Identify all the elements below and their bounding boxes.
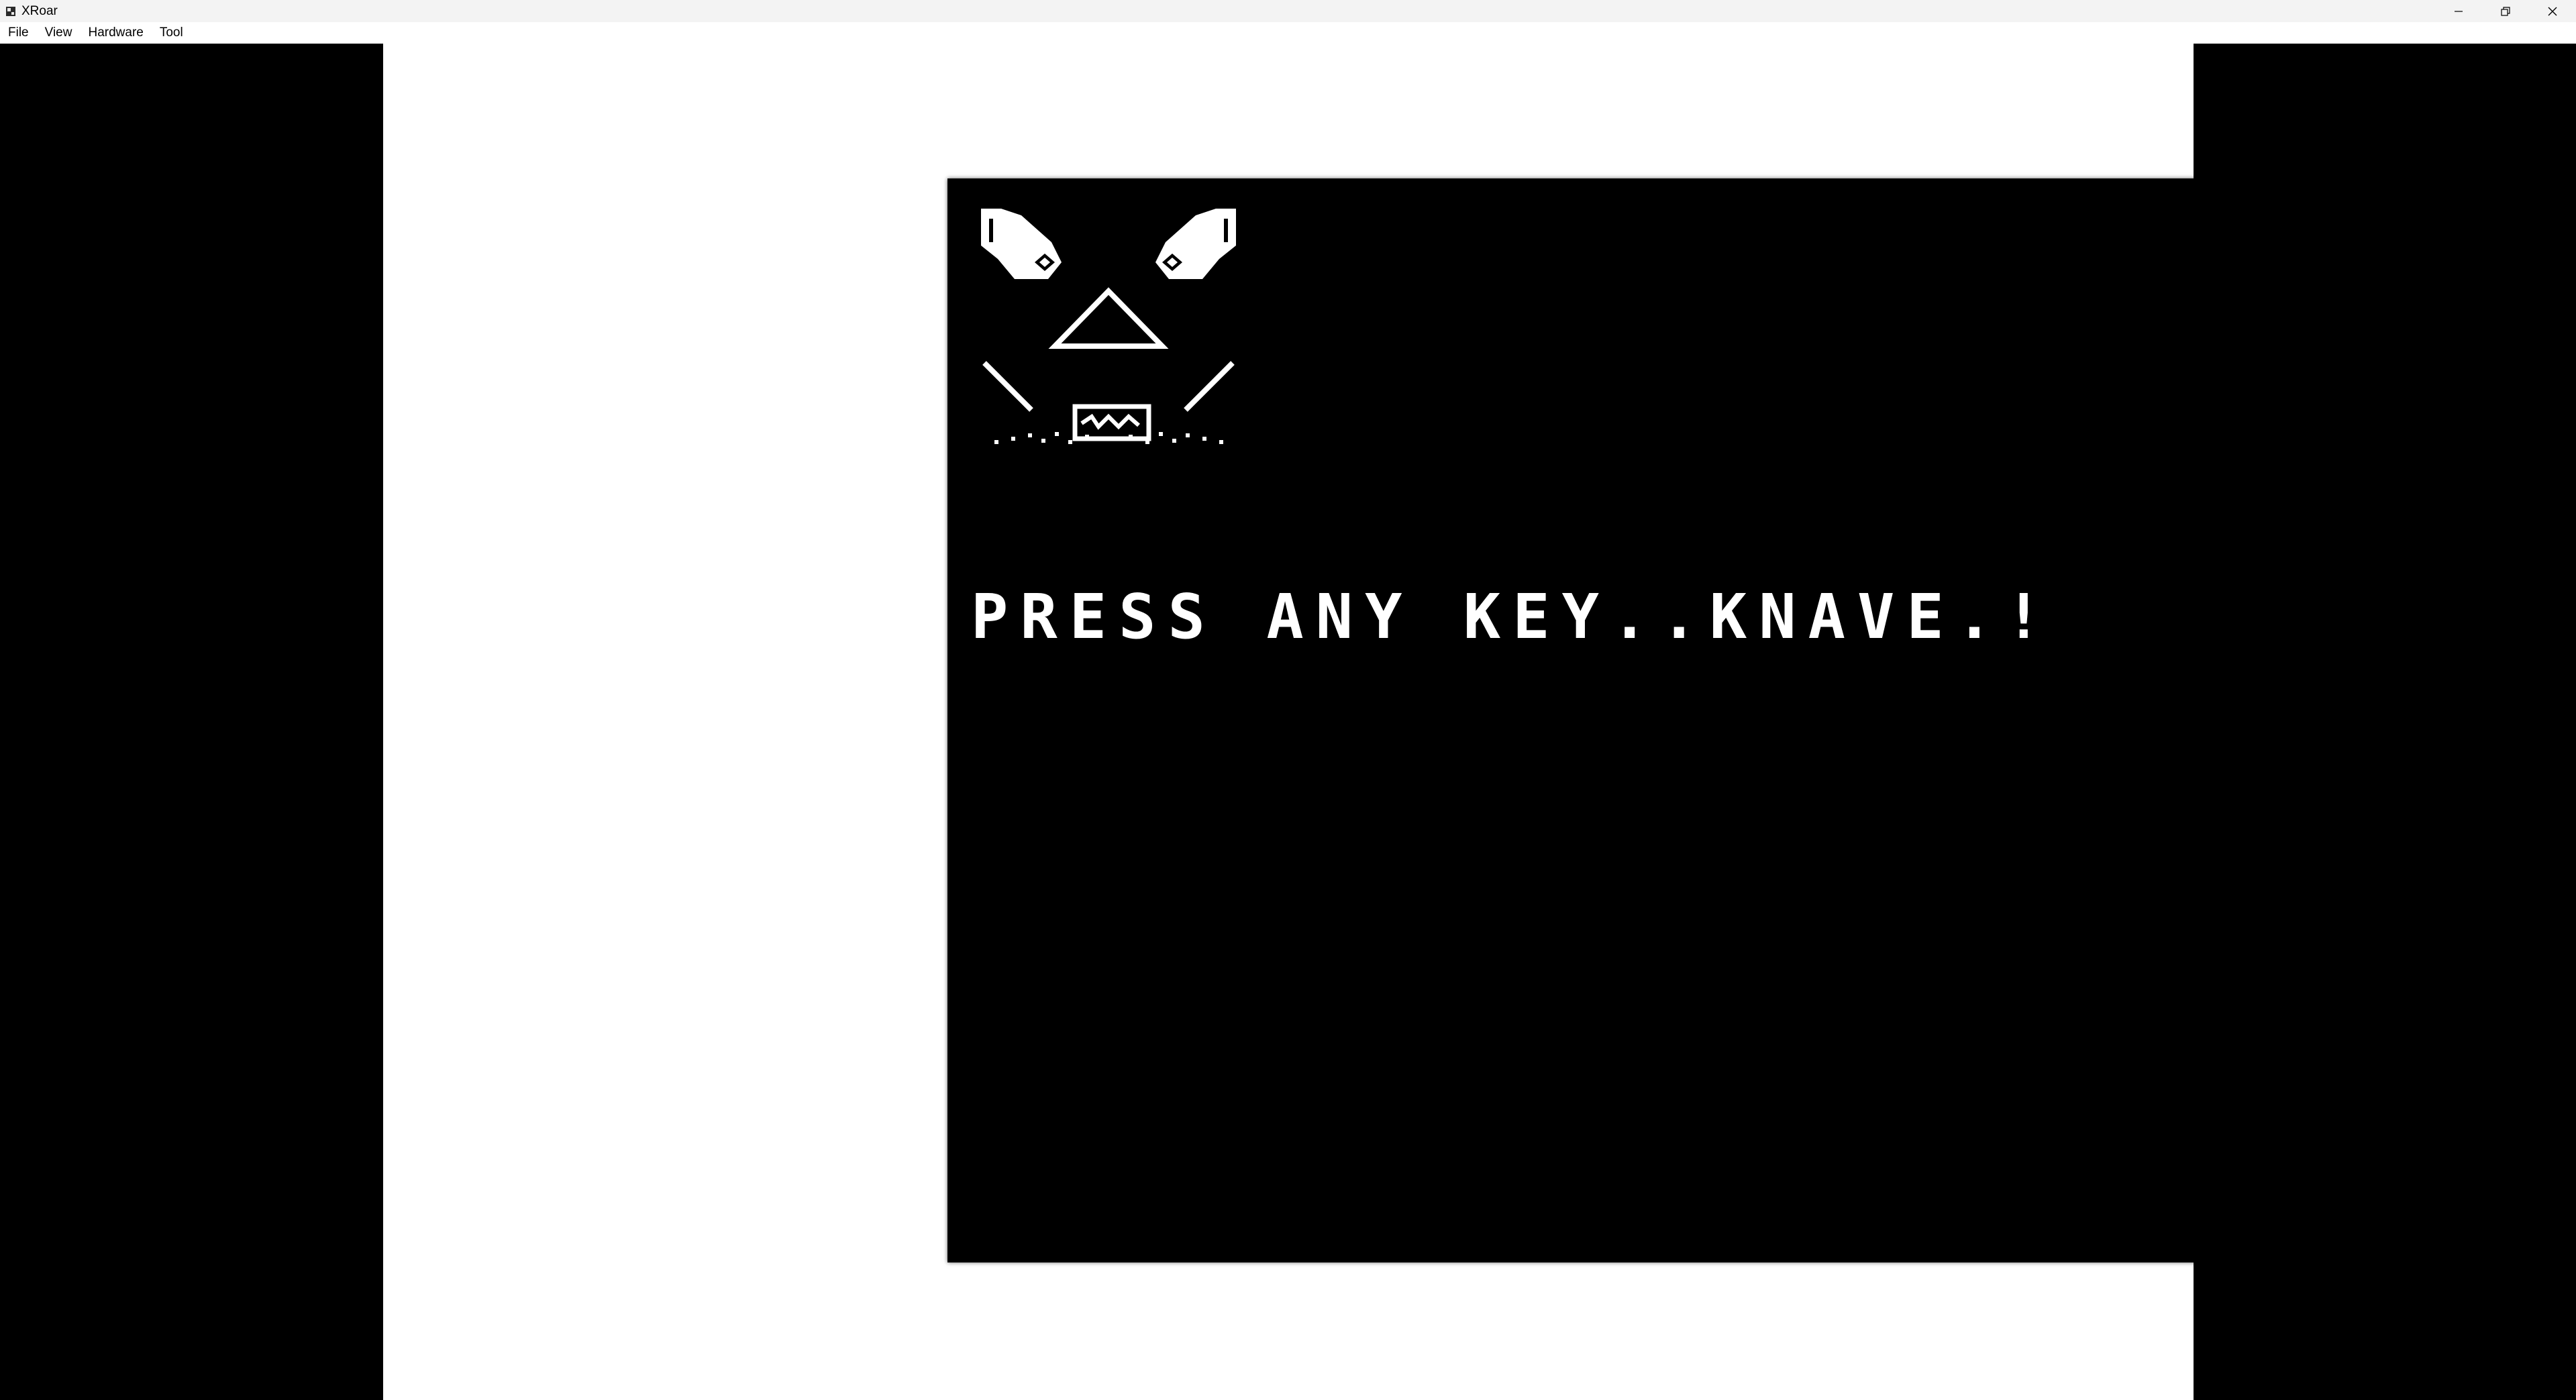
- window-controls: [2435, 0, 2576, 22]
- menu-tool[interactable]: Tool: [152, 22, 191, 44]
- xroar-app-icon: [4, 5, 17, 18]
- close-icon: [2548, 7, 2557, 15]
- restore-button[interactable]: [2482, 0, 2529, 22]
- menu-bar: File View Hardware Tool: [0, 22, 2576, 44]
- window-title: XRoar: [21, 3, 58, 18]
- menu-file[interactable]: File: [0, 22, 37, 44]
- close-button[interactable]: [2529, 0, 2576, 22]
- title-bar: XRoar: [0, 0, 2576, 22]
- emulator-border: PRESS ANY KEY..KNAVE.!: [383, 44, 2395, 1400]
- press-any-key-text: PRESS ANY KEY..KNAVE.!: [971, 581, 2055, 653]
- emulator-viewport[interactable]: PRESS ANY KEY..KNAVE.!: [0, 44, 2576, 1400]
- menu-hardware[interactable]: Hardware: [80, 22, 151, 44]
- emulator-screen[interactable]: PRESS ANY KEY..KNAVE.!: [947, 178, 2395, 1262]
- minimize-icon: [2455, 10, 2463, 12]
- minimize-button[interactable]: [2435, 0, 2482, 22]
- menu-view[interactable]: View: [37, 22, 81, 44]
- restore-icon: [2501, 6, 2510, 16]
- skull-face-icon: [981, 209, 1236, 444]
